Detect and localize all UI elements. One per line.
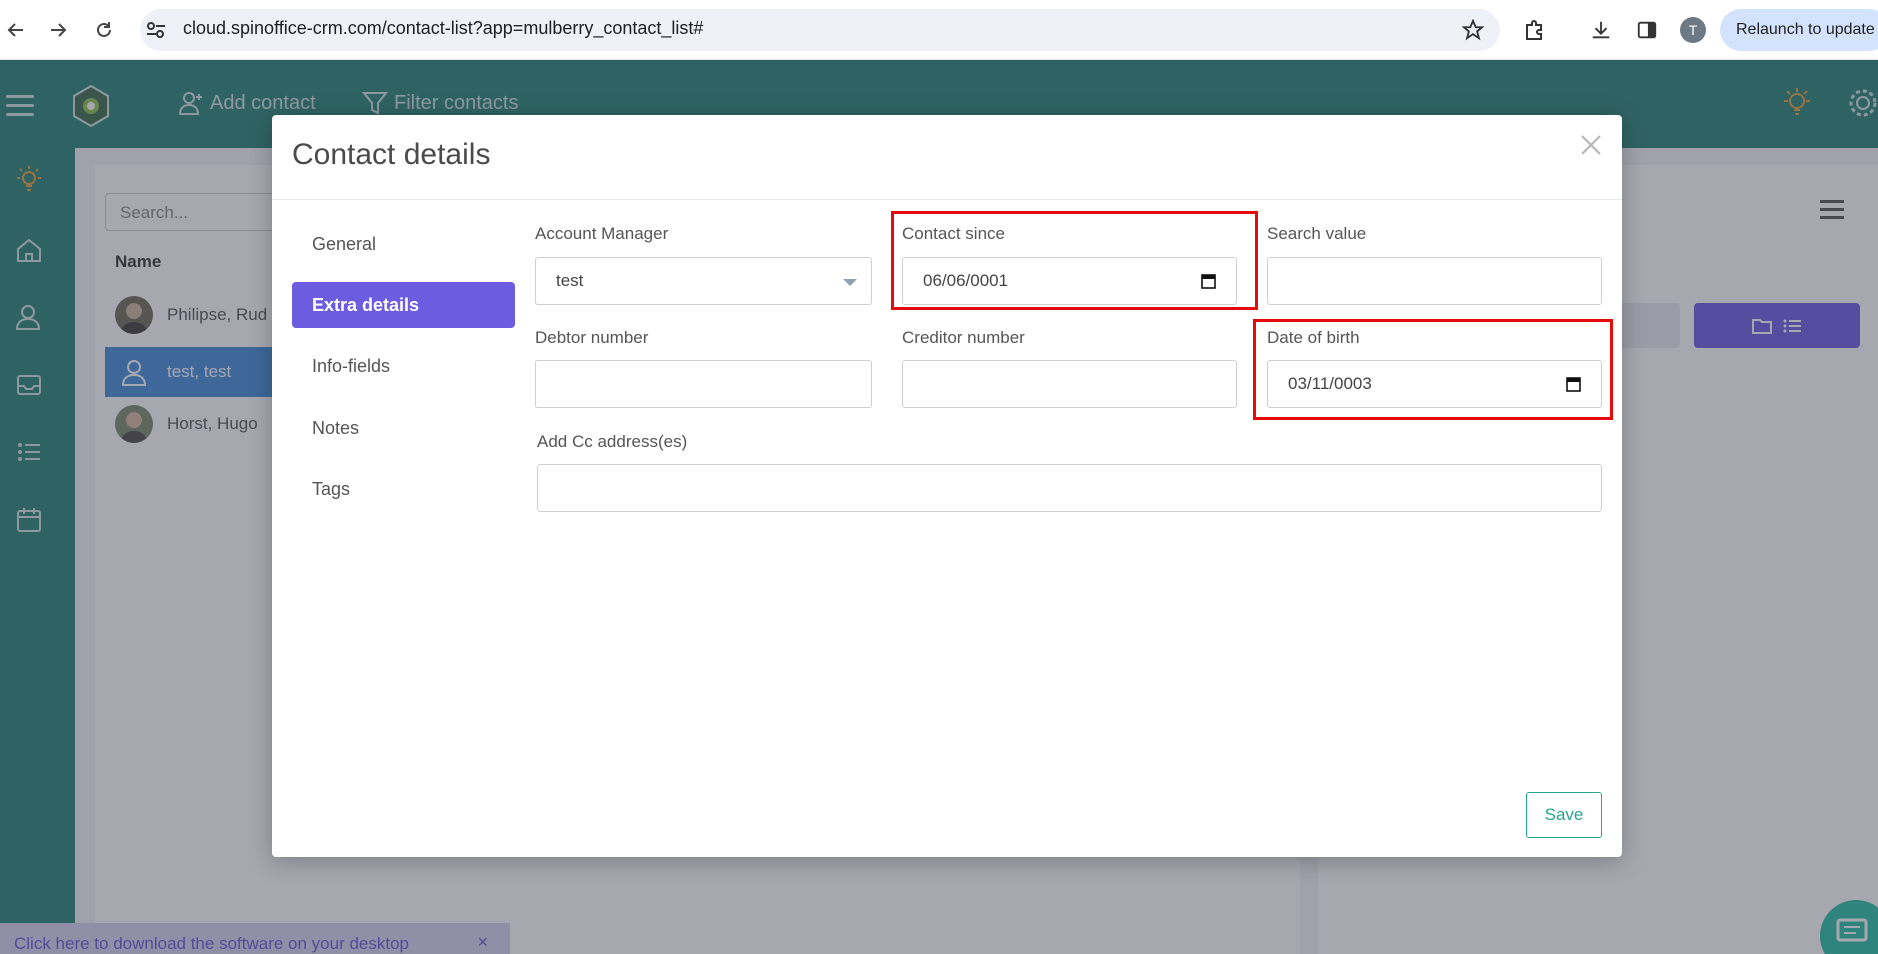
creditor-number-input[interactable] [902, 360, 1237, 408]
search-value-label: Search value [1267, 224, 1367, 243]
account-manager-select[interactable]: test [535, 257, 872, 305]
account-manager-label: Account Manager [535, 224, 669, 243]
highlight-date-of-birth [1253, 319, 1613, 420]
site-settings-icon[interactable] [145, 20, 167, 40]
debtor-number-input[interactable] [535, 360, 872, 408]
url-text[interactable]: cloud.spinoffice-crm.com/contact-list?ap… [183, 18, 703, 39]
highlight-contact-since [891, 211, 1258, 310]
profile-avatar[interactable]: T [1680, 17, 1706, 43]
reload-icon[interactable] [88, 14, 120, 46]
extensions-icon[interactable] [1520, 15, 1550, 45]
search-value-input[interactable] [1267, 257, 1602, 305]
creditor-number-label: Creditor number [902, 328, 1025, 347]
tab-extra-details[interactable]: Extra details [292, 282, 515, 328]
tab-notes[interactable]: Notes [292, 405, 515, 451]
forward-icon[interactable] [42, 14, 74, 46]
close-icon[interactable] [1576, 130, 1606, 160]
tab-general[interactable]: General [292, 221, 515, 267]
save-button[interactable]: Save [1526, 792, 1602, 838]
modal-divider [272, 199, 1622, 200]
tab-tags[interactable]: Tags [292, 466, 515, 512]
add-cc-input[interactable] [537, 464, 1602, 512]
modal-title: Contact details [292, 138, 491, 171]
back-icon[interactable] [0, 14, 32, 46]
add-cc-label: Add Cc address(es) [537, 432, 688, 451]
debtor-number-label: Debtor number [535, 328, 649, 347]
relaunch-button[interactable]: Relaunch to update [1720, 9, 1878, 51]
download-icon[interactable] [1586, 15, 1616, 45]
tab-info-fields[interactable]: Info-fields [292, 343, 515, 389]
chevron-down-icon [843, 279, 857, 286]
side-panel-icon[interactable] [1632, 15, 1662, 45]
star-icon[interactable] [1458, 15, 1488, 45]
account-manager-value: test [556, 271, 584, 290]
